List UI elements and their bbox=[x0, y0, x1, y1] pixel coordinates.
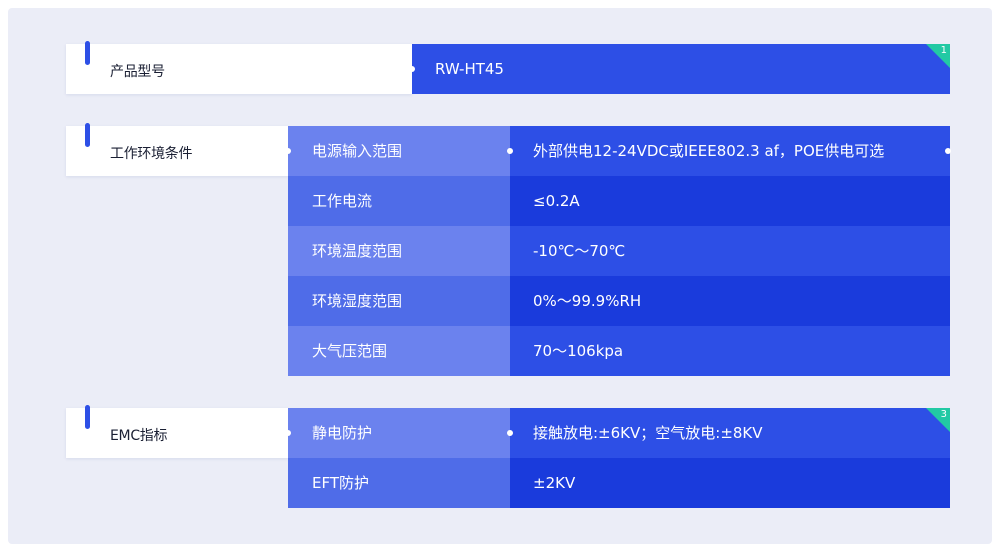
name-text: 电源输入范围 bbox=[312, 142, 403, 160]
section-emc: EMC指标 静电防护 接触放电:±6KV；空气放电:±8KV EFT防护 ±2K… bbox=[66, 405, 950, 508]
section-label-box: EMC指标 bbox=[66, 405, 288, 458]
spec-name: EFT防护 bbox=[288, 458, 510, 508]
spec-value: 外部供电12-24VDC或IEEE802.3 af，POE供电可选 bbox=[510, 126, 950, 176]
value-text: ≤0.2A bbox=[533, 192, 580, 210]
section-label: 工作环境条件 bbox=[110, 146, 193, 162]
spec-name: 工作电流 bbox=[288, 176, 510, 226]
value-text: -10℃～70℃ bbox=[533, 242, 626, 260]
name-text: 工作电流 bbox=[312, 192, 373, 210]
accent-bar bbox=[85, 405, 90, 429]
spec-value: ≤0.2A bbox=[510, 176, 950, 226]
dot-marker bbox=[507, 430, 513, 436]
spec-name: 环境湿度范围 bbox=[288, 276, 510, 326]
name-text: 大气压范围 bbox=[312, 342, 388, 360]
value-text: 0%～99.9%RH bbox=[533, 292, 642, 310]
section-product-model: 产品型号 RW-HT45 1 bbox=[66, 41, 950, 94]
accent-bar bbox=[85, 123, 90, 147]
section-working-environment: 工作环境条件 电源输入范围 外部供电12-24VDC或IEEE802.3 af，… bbox=[66, 123, 951, 376]
spec-value: 70～106kpa bbox=[510, 326, 950, 376]
dot-marker bbox=[507, 148, 513, 154]
value-text: RW-HT45 bbox=[435, 60, 504, 78]
corner-badge-number: 1 bbox=[940, 45, 947, 56]
section-label: 产品型号 bbox=[110, 64, 165, 80]
name-text: EFT防护 bbox=[312, 474, 370, 492]
name-text: 环境温度范围 bbox=[312, 242, 403, 260]
dot-marker bbox=[409, 66, 415, 72]
spec-value: ±2KV bbox=[510, 458, 950, 508]
section-label: EMC指标 bbox=[110, 428, 168, 444]
spec-table-panel: 产品型号 RW-HT45 1 工作环境条件 电源输入范围 外部供电12-24VD… bbox=[8, 8, 992, 544]
value-text: 外部供电12-24VDC或IEEE802.3 af，POE供电可选 bbox=[533, 142, 885, 160]
spec-name: 大气压范围 bbox=[288, 326, 510, 376]
corner-badge-number: 3 bbox=[940, 409, 947, 420]
dot-marker bbox=[945, 148, 951, 154]
spec-name: 环境温度范围 bbox=[288, 226, 510, 276]
dot-marker bbox=[285, 148, 291, 154]
value-text: ±2KV bbox=[533, 474, 576, 492]
name-text: 环境湿度范围 bbox=[312, 292, 403, 310]
spec-name: 电源输入范围 bbox=[288, 126, 510, 176]
spec-name: 静电防护 bbox=[288, 408, 510, 458]
accent-bar bbox=[85, 41, 90, 65]
section-label-box: 产品型号 bbox=[66, 41, 412, 94]
spec-value: 接触放电:±6KV；空气放电:±8KV bbox=[510, 408, 950, 458]
value-text: 70～106kpa bbox=[533, 342, 624, 360]
section-label-box: 工作环境条件 bbox=[66, 123, 288, 176]
dot-marker bbox=[285, 430, 291, 436]
spec-value: -10℃～70℃ bbox=[510, 226, 950, 276]
spec-value: 0%～99.9%RH bbox=[510, 276, 950, 326]
value-text: 接触放电:±6KV；空气放电:±8KV bbox=[533, 424, 763, 442]
name-text: 静电防护 bbox=[312, 424, 373, 442]
spec-value: RW-HT45 bbox=[412, 44, 950, 94]
